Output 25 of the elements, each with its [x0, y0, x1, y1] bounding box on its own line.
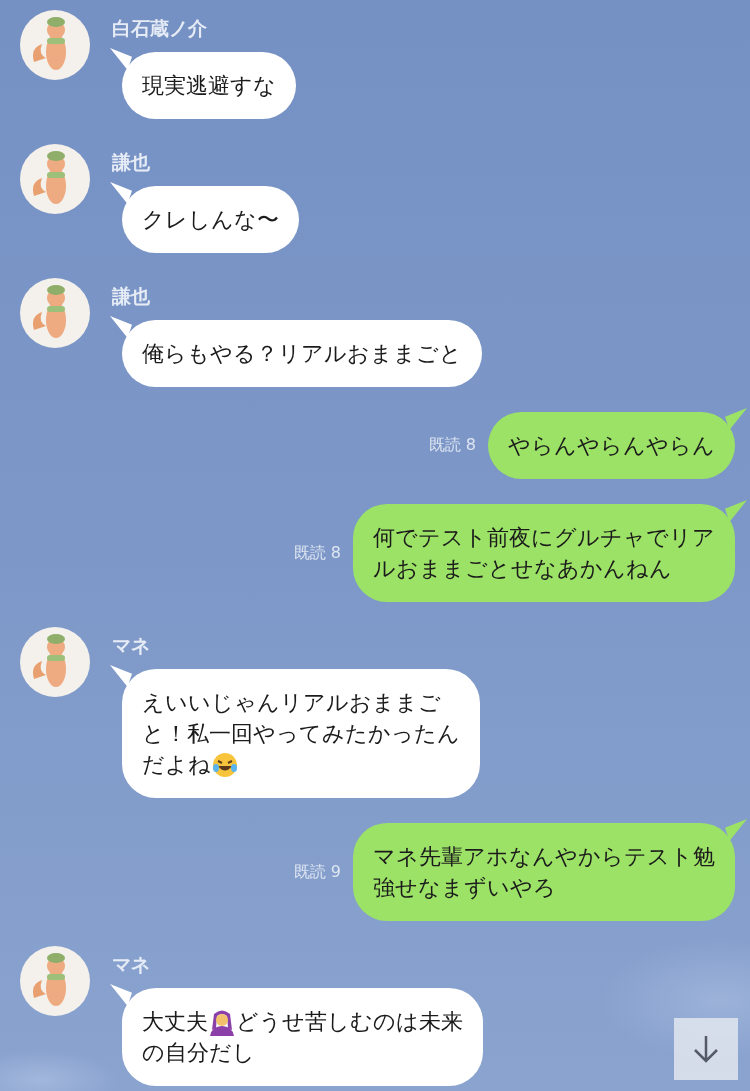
- message-text: マネ先輩アホなんやからテスト勉: [373, 843, 715, 871]
- message-text: 何でテスト前夜にグルチャでリア: [373, 524, 715, 552]
- laughing-face-icon: [211, 750, 239, 779]
- read-receipt: 既読 8: [293, 542, 341, 564]
- scroll-down-button[interactable]: [674, 1018, 738, 1080]
- sender-name: 謙也: [112, 284, 150, 308]
- message-text: 現実逃避すな: [142, 72, 276, 100]
- sender-name: マネ: [112, 633, 150, 657]
- sender-name: マネ: [112, 952, 150, 976]
- read-receipt: 既読 8: [428, 435, 476, 456]
- sender-name: 白石蔵ノ介: [112, 16, 207, 40]
- message-text: ルおままごとせなあかんねん: [373, 555, 672, 583]
- message-text: どうせ苦しむのは未来: [236, 1008, 463, 1036]
- message-text: クレしんな〜: [142, 206, 279, 234]
- message-text: と！私一回やってみたかったん: [142, 720, 460, 748]
- message-text: 大丈夫: [142, 1008, 208, 1036]
- message-text: えいいじゃんリアルおままご: [142, 689, 441, 717]
- message-text: 俺らもやる？リアルおままごと: [142, 340, 462, 368]
- message-text: だよね: [142, 751, 211, 779]
- arrow-down-icon: [692, 1034, 720, 1064]
- sender-name: 謙也: [112, 150, 150, 174]
- read-receipt: 既読 9: [293, 861, 341, 883]
- message-text: 強せなまずいやろ: [373, 874, 556, 902]
- message-text: の自分だし: [142, 1039, 255, 1067]
- message-text: やらんやらんやらん: [508, 432, 715, 460]
